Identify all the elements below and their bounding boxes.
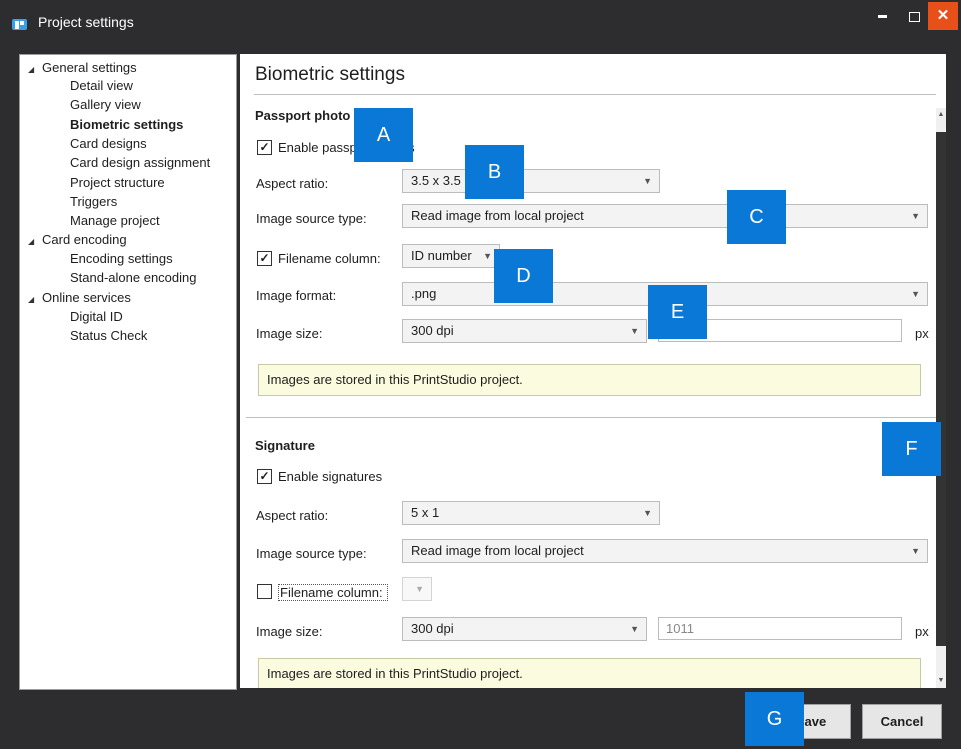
signature-filename-checkbox[interactable] <box>257 584 272 599</box>
passport-heading: Passport photo <box>255 108 351 123</box>
tree-item-detail-view[interactable]: Detail view <box>70 78 133 94</box>
callout-f: F <box>882 422 941 476</box>
signature-filename-select[interactable]: ▼ <box>402 577 432 601</box>
minimize-button[interactable] <box>868 2 896 30</box>
tree-item-manage-project[interactable]: Manage project <box>70 213 160 229</box>
chevron-down-icon: ▼ <box>643 176 652 186</box>
passport-source-value: Read image from local project <box>411 208 584 223</box>
chevron-down-icon: ▼ <box>483 251 492 261</box>
app-icon <box>12 19 27 30</box>
passport-storage-note: Images are stored in this PrintStudio pr… <box>258 364 921 396</box>
tree-item-stand-alone-encoding[interactable]: Stand-alone encoding <box>70 270 197 286</box>
checkmark-icon: ✓ <box>259 251 270 265</box>
signature-aspect-label: Aspect ratio: <box>256 508 329 523</box>
cancel-button[interactable]: Cancel <box>862 704 942 739</box>
callout-b: B <box>465 145 524 199</box>
signature-size-select[interactable]: 300 dpi ▼ <box>402 617 647 641</box>
expand-arrow-icon: ◢ <box>28 65 35 74</box>
section-divider <box>246 417 936 418</box>
tree-group-label: General settings <box>42 60 137 75</box>
callout-c: C <box>727 190 786 244</box>
callout-d: D <box>494 249 553 303</box>
tree-item-card-designs[interactable]: Card designs <box>70 136 147 152</box>
tree-item-status-check[interactable]: Status Check <box>70 328 147 344</box>
title-divider <box>254 94 936 95</box>
passport-filename-checkbox[interactable]: ✓ <box>257 251 272 266</box>
signature-source-select[interactable]: Read image from local project ▼ <box>402 539 928 563</box>
tree-item-card-design-assignment[interactable]: Card design assignment <box>70 155 210 171</box>
close-icon: ✕ <box>936 7 950 24</box>
settings-scroll-area[interactable]: Passport photo ✓ Enable passport photos … <box>240 98 946 688</box>
callout-e: E <box>648 285 707 339</box>
minimize-icon <box>877 15 887 19</box>
chevron-down-icon: ▼ <box>911 546 920 556</box>
page-title: Biometric settings <box>255 64 405 85</box>
signature-heading: Signature <box>255 438 315 453</box>
title-bar: Project settings ✕ <box>0 0 961 45</box>
window-title: Project settings <box>38 14 134 30</box>
chevron-down-icon: ▼ <box>415 584 424 594</box>
tree-item-gallery-view[interactable]: Gallery view <box>70 97 141 113</box>
callout-g: G <box>745 692 804 746</box>
tree-group-label: Online services <box>42 290 131 305</box>
maximize-button[interactable] <box>900 2 928 30</box>
passport-aspect-select[interactable]: 3.5 x 3.5 ▼ <box>402 169 660 193</box>
close-button[interactable]: ✕ <box>928 2 958 30</box>
signature-size-value: 300 dpi <box>411 621 454 636</box>
passport-aspect-value: 3.5 x 3.5 <box>411 173 461 188</box>
passport-size-value: 300 dpi <box>411 323 454 338</box>
vertical-scrollbar[interactable]: ▲ ▼ <box>936 108 946 688</box>
tree-item-encoding-settings[interactable]: Encoding settings <box>70 251 173 267</box>
tree-item-digital-id[interactable]: Digital ID <box>70 309 123 325</box>
scroll-up-icon[interactable]: ▲ <box>936 108 946 122</box>
scroll-down-icon[interactable]: ▼ <box>936 674 946 688</box>
callout-a: A <box>354 108 413 162</box>
chevron-down-icon: ▼ <box>643 508 652 518</box>
signature-aspect-select[interactable]: 5 x 1 ▼ <box>402 501 660 525</box>
enable-signatures-checkbox[interactable]: ✓ <box>257 469 272 484</box>
checkmark-icon: ✓ <box>259 469 270 483</box>
passport-filename-label: Filename column: <box>278 251 381 266</box>
signature-source-label: Image source type: <box>256 546 367 561</box>
expand-arrow-icon: ◢ <box>28 237 35 246</box>
passport-size-unit: px <box>915 326 929 341</box>
maximize-icon <box>908 11 920 22</box>
passport-format-label: Image format: <box>256 288 337 303</box>
tree-group-online-services[interactable]: ◢ Online services <box>28 290 131 308</box>
chevron-down-icon: ▼ <box>630 326 639 336</box>
signature-size-label: Image size: <box>256 624 323 639</box>
signature-aspect-value: 5 x 1 <box>411 505 440 520</box>
project-settings-window: Project settings ✕ ◢ General settings Det… <box>0 0 961 749</box>
tree-item-project-structure[interactable]: Project structure <box>70 175 165 191</box>
tree-group-label: Card encoding <box>42 232 127 247</box>
passport-filename-value: ID number <box>411 248 472 263</box>
chevron-down-icon: ▼ <box>911 289 920 299</box>
signature-size-px-input[interactable]: 1011 <box>658 617 902 640</box>
expand-arrow-icon: ◢ <box>28 295 35 304</box>
checkmark-icon: ✓ <box>259 140 270 154</box>
enable-passport-checkbox[interactable]: ✓ <box>257 140 272 155</box>
passport-filename-select[interactable]: ID number ▼ <box>402 244 500 268</box>
signature-storage-note: Images are stored in this PrintStudio pr… <box>258 658 921 688</box>
signature-source-value: Read image from local project <box>411 543 584 558</box>
tree-group-card-encoding[interactable]: ◢ Card encoding <box>28 232 127 250</box>
settings-panel: Biometric settings Passport photo ✓ Enab… <box>240 54 946 688</box>
tree-group-general[interactable]: ◢ General settings <box>28 60 137 78</box>
enable-signatures-label: Enable signatures <box>278 469 383 484</box>
signature-size-unit: px <box>915 624 929 639</box>
passport-aspect-label: Aspect ratio: <box>256 176 329 191</box>
signature-filename-label: Filename column: <box>278 584 388 601</box>
tree-item-biometric-settings[interactable]: Biometric settings <box>70 117 183 133</box>
tree-item-triggers[interactable]: Triggers <box>70 194 117 210</box>
chevron-down-icon: ▼ <box>911 211 920 221</box>
passport-source-select[interactable]: Read image from local project ▼ <box>402 204 928 228</box>
passport-source-label: Image source type: <box>256 211 367 226</box>
scrollbar-thumb[interactable] <box>936 132 946 646</box>
chevron-down-icon: ▼ <box>630 624 639 634</box>
passport-size-select[interactable]: 300 dpi ▼ <box>402 319 647 343</box>
passport-size-label: Image size: <box>256 326 323 341</box>
settings-tree: ◢ General settings Detail view Gallery vi… <box>19 54 237 690</box>
passport-format-value: .png <box>411 286 437 301</box>
